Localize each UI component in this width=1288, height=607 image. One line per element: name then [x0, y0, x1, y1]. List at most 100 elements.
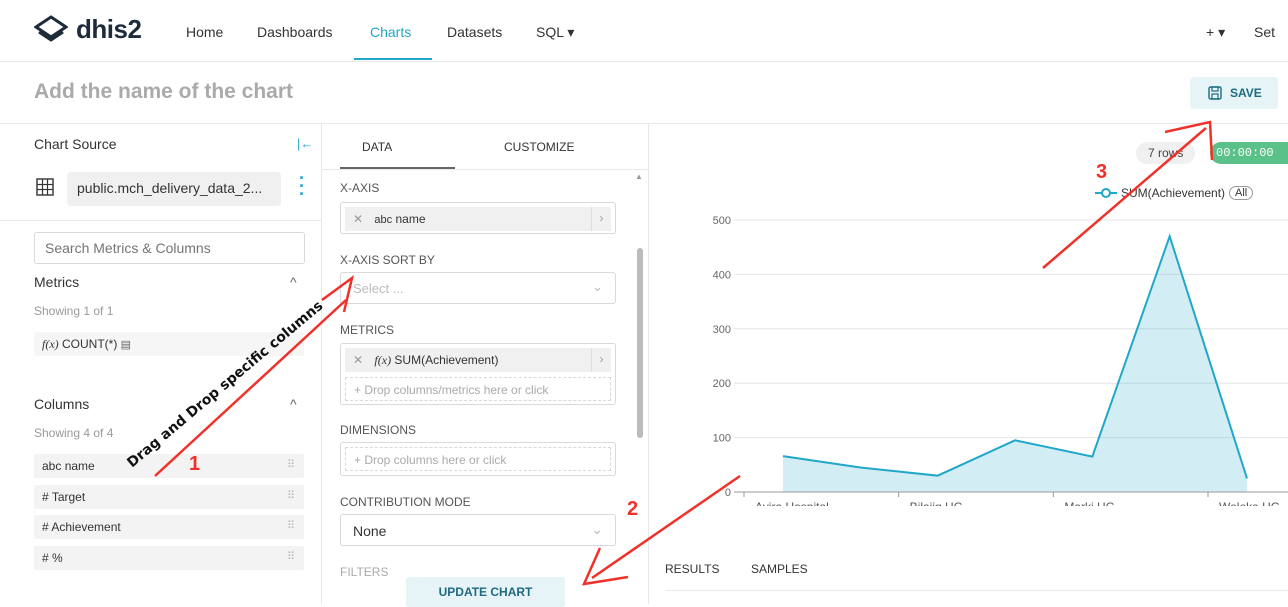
x-tick-label: Bilajig HC [910, 500, 963, 506]
function-icon: f(x) [42, 337, 59, 351]
chart-preview-panel: 7 rows 00:00:00 SUM(Achievement) All 0 10… [649, 124, 1288, 604]
metrics-heading: Metrics [34, 274, 79, 290]
y-tick-label: 300 [713, 324, 731, 336]
table-grid-icon [36, 178, 54, 196]
contribution-label: CONTRIBUTION MODE [340, 495, 471, 509]
column-label: Achievement [51, 520, 120, 534]
columns-showing: Showing 4 of 4 [34, 426, 113, 440]
metrics-field[interactable]: ✕ f(x) SUM(Achievement) › + Drop columns… [340, 343, 616, 405]
y-tick-label: 500 [713, 215, 731, 227]
chart-legend[interactable]: SUM(Achievement) All [1095, 186, 1253, 200]
chevron-down-icon: ⌄ [592, 279, 603, 295]
dimensions-label: DIMENSIONS [340, 423, 416, 437]
columns-heading: Columns [34, 396, 89, 412]
x-tick-label: Marki HC [1064, 500, 1114, 506]
scrollbar[interactable] [637, 248, 643, 438]
dhis2-logo[interactable]: dhis2 [34, 14, 141, 45]
chart-source-panel: Chart Source |← public.mch_delivery_data… [0, 124, 322, 604]
nav-dashboards[interactable]: Dashboards [257, 24, 333, 40]
y-tick-label: 400 [713, 269, 731, 281]
chart-source-title: Chart Source [34, 136, 116, 152]
numeric-type-icon: # [42, 520, 49, 534]
column-item-percent[interactable]: # % ⠿ [34, 546, 304, 570]
remove-icon[interactable]: ✕ [353, 353, 363, 367]
divider [0, 220, 322, 221]
logo-text: dhis2 [76, 14, 141, 45]
metrics-label: METRICS [340, 323, 394, 337]
divider [322, 169, 649, 170]
dataset-selector[interactable]: public.mch_delivery_data_2... [67, 172, 281, 206]
search-metrics-input[interactable] [34, 232, 305, 264]
divider [665, 590, 1288, 591]
column-item-target[interactable]: # Target ⠿ [34, 485, 304, 509]
metrics-collapse-icon[interactable]: ^ [290, 274, 297, 290]
xaxis-value: name [396, 212, 426, 226]
tab-samples[interactable]: SAMPLES [751, 562, 808, 576]
settings-menu[interactable]: Set [1254, 24, 1275, 40]
x-tick-label: Woleka HC [1219, 500, 1280, 506]
column-label: % [52, 551, 63, 565]
drag-handle-icon[interactable]: ⠿ [287, 519, 294, 532]
chart-header: Add the name of the chart SAVE [0, 62, 1288, 124]
column-item-name[interactable]: abc name ⠿ [34, 454, 304, 478]
active-tab-underline [354, 58, 432, 60]
nav-sql[interactable]: SQL ▾ [536, 24, 574, 41]
legend-marker-icon [1095, 187, 1117, 199]
metric-item[interactable]: f(x) COUNT(*) ▤ [34, 332, 304, 356]
chevron-right-icon[interactable]: › [591, 207, 611, 231]
remove-icon[interactable]: ✕ [353, 212, 363, 226]
legend-all-toggle[interactable]: All [1229, 186, 1253, 200]
string-type-icon: abc [374, 214, 392, 226]
timer-badge: 00:00:00 [1210, 142, 1288, 164]
nav-home[interactable]: Home [186, 24, 223, 40]
top-nav: dhis2 Home Dashboards Charts Datasets SQ… [0, 0, 1288, 62]
contribution-select[interactable]: None ⌄ [340, 514, 616, 546]
xaxis-sort-label: X-AXIS SORT BY [340, 253, 435, 267]
drag-handle-icon[interactable]: ⠿ [287, 458, 294, 471]
scroll-up-icon[interactable]: ▲ [635, 172, 643, 181]
y-tick-label: 0 [725, 487, 731, 499]
drag-handle-icon[interactable]: ⠿ [287, 550, 294, 563]
dataset-menu-icon[interactable]: ··· [299, 174, 305, 198]
y-tick-label: 100 [713, 433, 731, 445]
metrics-showing: Showing 1 of 1 [34, 304, 113, 318]
chart-config-panel: DATA CUSTOMIZE ▲ X-AXIS ✕ abc name › X-A… [322, 124, 649, 604]
metric-label: COUNT(*) [62, 337, 117, 351]
column-label: Target [52, 490, 85, 504]
xaxis-pill[interactable]: ✕ abc name › [345, 207, 611, 231]
xaxis-label: X-AXIS [340, 181, 379, 195]
column-label: name [65, 459, 95, 473]
dimensions-field[interactable]: + Drop columns here or click [340, 442, 616, 476]
tab-customize[interactable]: CUSTOMIZE [504, 140, 574, 154]
row-count-badge: 7 rows [1136, 142, 1195, 164]
legend-series-label: SUM(Achievement) [1121, 186, 1225, 200]
update-chart-button[interactable]: UPDATE CHART [406, 577, 565, 607]
drag-handle-icon[interactable]: ⠿ [287, 489, 294, 502]
string-type-icon: abc [42, 459, 61, 473]
contribution-value: None [353, 523, 386, 539]
chevron-down-icon: ⌄ [591, 521, 603, 538]
tab-results[interactable]: RESULTS [665, 562, 719, 576]
metrics-dropzone[interactable]: + Drop columns/metrics here or click [345, 377, 611, 401]
chevron-right-icon[interactable]: › [591, 348, 611, 372]
collapse-icon[interactable]: |← [297, 136, 313, 151]
save-button[interactable]: SAVE [1190, 77, 1278, 109]
save-icon [1208, 86, 1222, 100]
nav-charts[interactable]: Charts [370, 24, 411, 40]
dhis2-logo-icon [34, 15, 68, 45]
plus-menu-button[interactable]: + ▾ [1206, 24, 1225, 41]
metric-pill[interactable]: ✕ f(x) SUM(Achievement) › [345, 348, 611, 372]
calculator-icon: ▤ [121, 339, 131, 351]
columns-collapse-icon[interactable]: ^ [290, 396, 297, 412]
column-item-achievement[interactable]: # Achievement ⠿ [34, 515, 304, 539]
nav-datasets[interactable]: Datasets [447, 24, 502, 40]
chart-title-input[interactable]: Add the name of the chart [34, 80, 293, 104]
tab-data[interactable]: DATA [362, 140, 392, 154]
xaxis-sort-select[interactable]: Select ... ⌄ [340, 272, 616, 304]
save-label: SAVE [1230, 86, 1262, 100]
metric-value: SUM(Achievement) [394, 353, 498, 367]
xaxis-field[interactable]: ✕ abc name › [340, 202, 616, 234]
filters-label: FILTERS [340, 565, 388, 579]
dimensions-dropzone[interactable]: + Drop columns here or click [345, 447, 611, 471]
numeric-type-icon: # [42, 551, 49, 565]
